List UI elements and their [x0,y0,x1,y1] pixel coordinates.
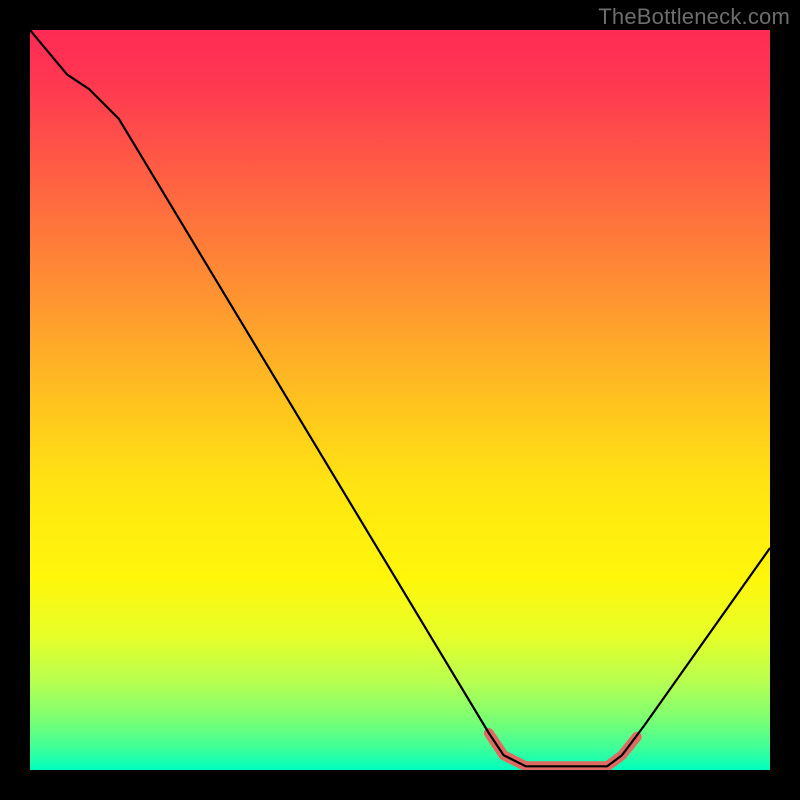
chart-frame: TheBottleneck.com [0,0,800,800]
bottleneck-curve-path [30,30,770,766]
chart-svg [30,30,770,770]
plot-area [30,30,770,770]
watermark-text: TheBottleneck.com [598,4,790,30]
